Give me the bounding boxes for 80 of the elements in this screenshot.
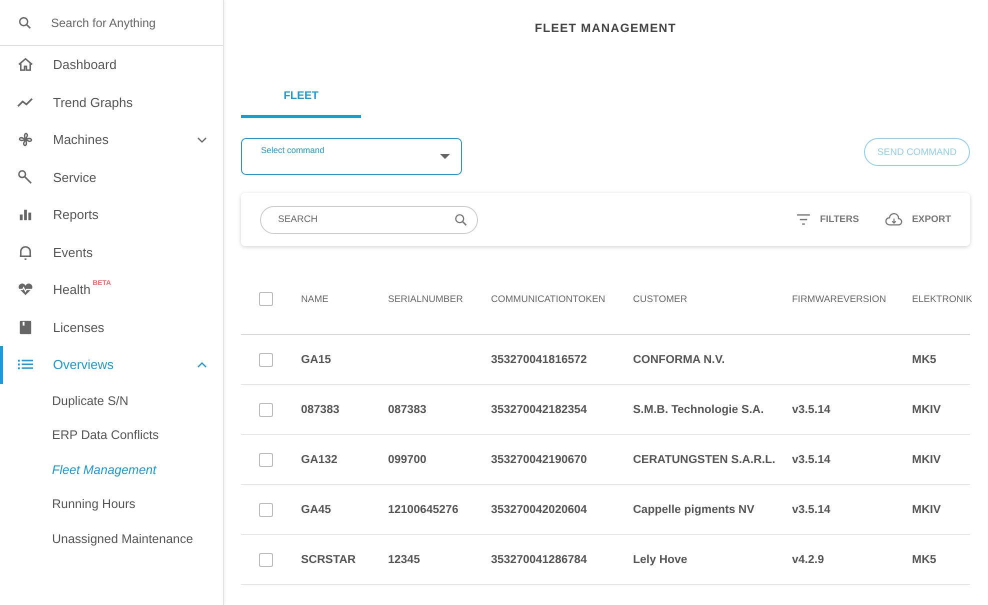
table-cell: 099700 bbox=[388, 454, 426, 466]
table-cell: v3.5.14 bbox=[792, 404, 830, 416]
search-icon bbox=[454, 212, 468, 226]
tab[interactable]: FLEET bbox=[241, 90, 361, 118]
fan-icon bbox=[17, 131, 34, 148]
table-cell: 353270041816572 bbox=[491, 354, 587, 366]
select-label: Select command bbox=[261, 145, 324, 155]
subnav-item[interactable]: Unassigned Maintenance bbox=[0, 522, 223, 556]
table-cell: CERATUNGSTEN S.A.R.L. bbox=[633, 454, 776, 466]
nav-label: Trend Graphs bbox=[53, 94, 133, 110]
subnav-item[interactable]: Running Hours bbox=[0, 487, 223, 522]
subnav-item[interactable]: Duplicate S/N bbox=[0, 384, 223, 418]
table-cell: v3.5.14 bbox=[792, 454, 830, 466]
chevron-down-icon[interactable] bbox=[197, 137, 207, 143]
filter-icon bbox=[796, 214, 812, 225]
table-cell: 353270041286784 bbox=[491, 554, 587, 566]
nav-label: Health bbox=[53, 282, 91, 298]
table-cell: v4.2.9 bbox=[792, 554, 824, 566]
table-cell: 353270042182354 bbox=[491, 404, 587, 416]
subnav-item[interactable]: Fleet Management bbox=[0, 452, 223, 487]
nav-item[interactable]: Service bbox=[0, 158, 223, 196]
table-cell: MKIV bbox=[912, 454, 941, 466]
table-cell: 087383 bbox=[388, 404, 426, 416]
row-checkbox[interactable] bbox=[259, 552, 273, 566]
caret-icon bbox=[440, 154, 450, 159]
column-header[interactable]: SERIALNUMBER bbox=[388, 294, 491, 304]
nav-item[interactable]: Dashboard bbox=[0, 46, 223, 84]
table-cell: 12100645276 bbox=[388, 504, 458, 516]
table-cell: MK5 bbox=[912, 354, 936, 366]
column-header[interactable]: FIRMWAREVERSION bbox=[792, 294, 912, 304]
bell-icon bbox=[17, 244, 34, 261]
filters-button[interactable]: FILTERS bbox=[820, 214, 859, 225]
nav-item[interactable]: Overviews bbox=[0, 346, 223, 384]
table-cell: 353270042020604 bbox=[491, 504, 587, 516]
nav-label: Machines bbox=[53, 132, 109, 148]
command-select[interactable]: Select command bbox=[241, 138, 462, 175]
nav-item[interactable]: Reports bbox=[0, 196, 223, 234]
nav-item[interactable]: Licenses bbox=[0, 308, 223, 346]
table-cell: 12345 bbox=[388, 554, 420, 566]
cloud-download-icon bbox=[884, 213, 903, 226]
nav-label: Licenses bbox=[53, 320, 104, 335]
nav-label: Service bbox=[53, 170, 96, 185]
chevron-up-icon[interactable] bbox=[197, 362, 207, 368]
home-icon bbox=[17, 56, 34, 74]
search-field[interactable]: SEARCH bbox=[260, 206, 478, 234]
table-cell: GA45 bbox=[301, 504, 332, 516]
row-checkbox[interactable] bbox=[259, 502, 273, 516]
nav-label: Overviews bbox=[53, 357, 114, 372]
nav-item[interactable]: Machines bbox=[0, 121, 223, 158]
export-button[interactable]: EXPORT bbox=[912, 214, 951, 225]
column-header[interactable]: NAME bbox=[301, 294, 388, 304]
row-checkbox[interactable] bbox=[259, 452, 273, 466]
table-cell: MKIV bbox=[912, 404, 941, 416]
nav-label: Dashboard bbox=[53, 57, 117, 72]
nav-label: Events bbox=[53, 244, 93, 260]
table-cell: SCRSTAR bbox=[301, 554, 356, 566]
column-header[interactable]: ELEKTRONIK bbox=[912, 294, 982, 304]
book-icon bbox=[17, 318, 34, 336]
select-all-checkbox[interactable] bbox=[259, 292, 273, 306]
table-cell: S.M.B. Technologie S.A. bbox=[633, 404, 764, 416]
column-header[interactable]: COMMUNICATIONTOKEN bbox=[491, 294, 633, 304]
table-cell: GA15 bbox=[301, 354, 332, 366]
page-title: FLEET MANAGEMENT bbox=[534, 21, 678, 35]
row-checkbox[interactable] bbox=[259, 352, 273, 366]
table-cell: 087383 bbox=[301, 404, 340, 416]
table-cell: MK5 bbox=[912, 554, 936, 566]
table-cell: CONFORMA N.V. bbox=[633, 354, 725, 366]
table-cell: GA132 bbox=[301, 454, 338, 466]
table-cell: Cappelle pigments NV bbox=[633, 504, 754, 516]
nav-item[interactable]: Events bbox=[0, 234, 223, 271]
nav-item[interactable]: Trend Graphs bbox=[0, 84, 223, 121]
table-cell: v3.5.14 bbox=[792, 504, 830, 516]
nav-label: Reports bbox=[53, 207, 99, 222]
table-cell: MKIV bbox=[912, 504, 941, 516]
table-cell: 353270042190670 bbox=[491, 454, 587, 466]
table-cell: Lely Hove bbox=[633, 554, 688, 566]
row-checkbox[interactable] bbox=[259, 402, 273, 416]
column-header[interactable]: CUSTOMER bbox=[633, 294, 792, 304]
subnav-item[interactable]: ERP Data Conflicts bbox=[0, 418, 223, 452]
search-icon bbox=[18, 16, 32, 30]
